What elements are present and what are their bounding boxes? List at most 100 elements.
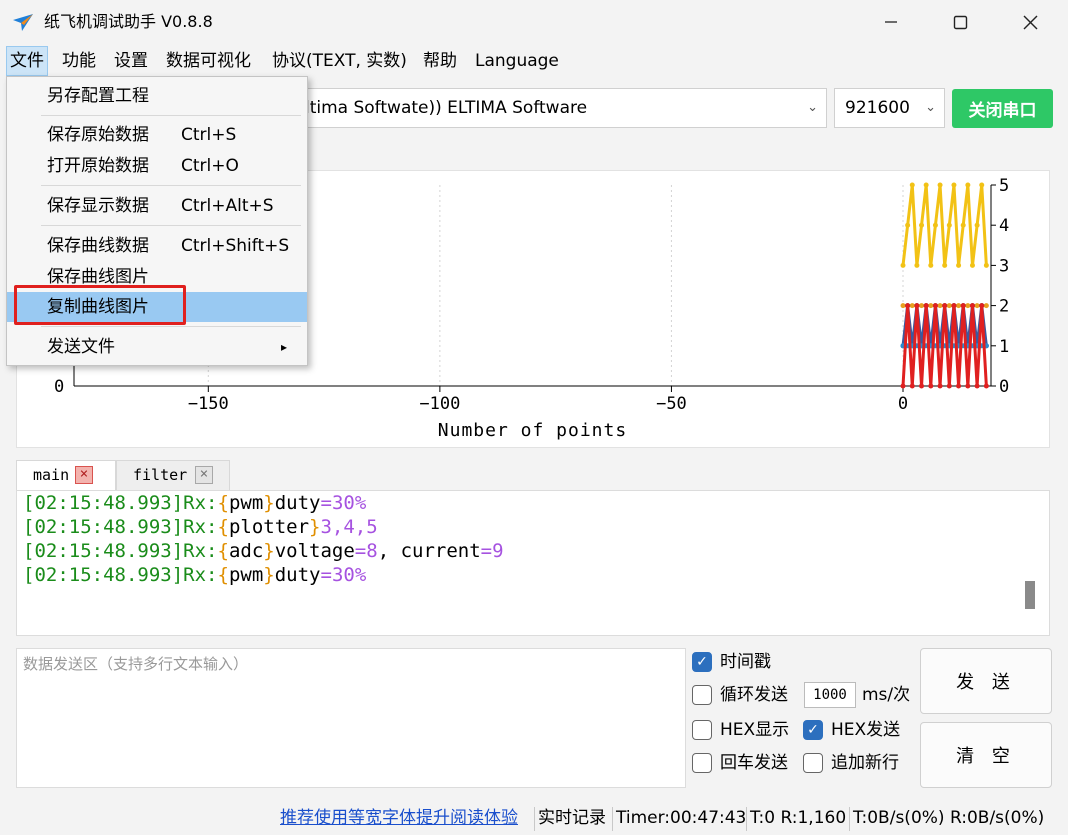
menu-help[interactable]: 帮助 — [419, 50, 461, 72]
timer-readout: Timer:00:47:43 — [616, 808, 747, 828]
close-window-button[interactable] — [996, 0, 1064, 44]
checkbox-box — [692, 685, 712, 705]
menu-item-label: 发送文件 — [47, 337, 115, 357]
y-tick-label: 0 — [999, 377, 1009, 397]
series-line — [901, 184, 988, 266]
send-input[interactable]: 数据发送区（支持多行文本输入） — [16, 648, 686, 788]
baud-select[interactable]: 921600 ⌄ — [834, 88, 945, 128]
menu-protocol[interactable]: 协议(TEXT, 实数) — [268, 50, 411, 72]
equals-sign: = — [320, 492, 332, 514]
menu-save-config-project[interactable]: 另存配置工程 — [7, 81, 307, 111]
rx-label: Rx: — [183, 516, 218, 538]
frame-key: pwm — [228, 492, 264, 514]
byte-counts: T:0 R:1,160 — [750, 808, 847, 828]
menu-save-raw-data[interactable]: 保存原始数据 Ctrl+S — [7, 120, 307, 150]
menu-function[interactable]: 功能 — [58, 50, 100, 72]
data-point — [951, 182, 957, 188]
timestamp: [02:15:48.993] — [23, 516, 184, 538]
frame-value: 8 — [366, 540, 378, 562]
transfer-rates: T:0B/s(0%) R:0B/s(0%) — [853, 808, 1045, 828]
menu-save-display-data[interactable]: 保存显示数据 Ctrl+Alt+S — [7, 191, 307, 221]
send-button[interactable]: 发 送 — [920, 648, 1052, 714]
data-point — [900, 303, 906, 309]
append-newline-checkbox[interactable]: 追加新行 — [803, 751, 899, 775]
timestamp: [02:15:48.993] — [23, 492, 184, 514]
rx-label: Rx: — [183, 564, 218, 586]
frame-value: 3,4,5 — [320, 516, 378, 538]
tab-filter[interactable]: filter × — [116, 460, 230, 490]
timestamp-label: 时间戳 — [720, 652, 771, 672]
app-window: 纸飞机调试助手 V0.8.8 文件 功能 设置 数据可视化 协议(TEXT, 实… — [0, 0, 1068, 835]
brace: } — [263, 492, 275, 514]
y-tick-label: 0 — [54, 377, 64, 397]
x-tick-label: −50 — [656, 394, 687, 414]
font-tip-link[interactable]: 推荐使用等宽字体提升阅读体验 — [280, 802, 518, 835]
y-tick-label: 5 — [999, 176, 1009, 196]
close-icon[interactable]: × — [75, 466, 93, 484]
data-point — [969, 303, 975, 309]
menu-open-raw-data[interactable]: 打开原始数据 Ctrl+O — [7, 151, 307, 181]
divider — [41, 185, 301, 186]
maximize-button[interactable] — [926, 0, 994, 44]
data-point — [983, 303, 989, 309]
data-point — [983, 262, 989, 268]
brace: { — [217, 540, 229, 562]
receive-console[interactable]: [02:15:48.993]Rx:{pwm}duty=30% [02:15:48… — [16, 490, 1050, 636]
annotation-highlight-box — [14, 285, 186, 325]
check-icon: ✓ — [803, 720, 823, 740]
data-point — [914, 262, 920, 268]
timestamp-checkbox[interactable]: ✓ 时间戳 — [692, 650, 771, 674]
data-point — [919, 222, 925, 228]
hex-send-checkbox[interactable]: ✓ HEX发送 — [803, 718, 900, 742]
data-point — [900, 262, 906, 268]
timestamp: [02:15:48.993] — [23, 540, 184, 562]
baud-select-value: 921600 — [845, 98, 910, 118]
equals-sign: = — [354, 540, 367, 562]
data-point — [923, 182, 929, 188]
realtime-record[interactable]: 实时记录 — [538, 802, 606, 835]
hex-display-label: HEX显示 — [720, 720, 790, 740]
frame-key: plotter — [228, 516, 310, 538]
rx-label: Rx: — [183, 540, 218, 562]
send-input-placeholder: 数据发送区（支持多行文本输入） — [23, 655, 249, 673]
data-point — [909, 182, 915, 188]
divider — [849, 807, 850, 831]
close-port-button[interactable]: 关闭串口 — [952, 89, 1053, 128]
data-point — [937, 383, 943, 389]
console-scrollbar-thumb[interactable] — [1025, 581, 1035, 609]
tab-bar: main × filter × — [16, 460, 1050, 491]
menu-bar: 文件 功能 设置 数据可视化 协议(TEXT, 实数) 帮助 Language — [0, 44, 1068, 78]
menu-save-curve-data[interactable]: 保存曲线数据 Ctrl+Shift+S — [7, 231, 307, 261]
close-icon — [1023, 15, 1037, 29]
chevron-down-icon: ⌄ — [925, 100, 936, 115]
data-point — [932, 303, 938, 309]
hex-display-checkbox[interactable]: HEX显示 — [692, 718, 789, 742]
data-point — [932, 222, 938, 228]
frame-text: , current — [377, 540, 481, 562]
data-point — [956, 303, 962, 309]
data-point — [937, 182, 943, 188]
brace: } — [263, 564, 275, 586]
menu-file[interactable]: 文件 — [6, 46, 48, 76]
menu-send-file[interactable]: 发送文件 ▸ — [7, 332, 307, 362]
checkbox-box — [692, 720, 712, 740]
loop-send-checkbox[interactable]: 循环发送 — [692, 683, 788, 707]
menu-visualization[interactable]: 数据可视化 — [162, 50, 255, 72]
clear-button[interactable]: 清 空 — [920, 722, 1052, 788]
menu-item-label: 打开原始数据 — [47, 156, 149, 176]
enter-send-label: 回车发送 — [720, 753, 788, 773]
menu-language[interactable]: Language — [471, 50, 563, 72]
close-icon[interactable]: × — [195, 466, 213, 484]
interval-input[interactable]: 1000 — [804, 682, 856, 708]
console-line: [02:15:48.993]Rx:{pwm}duty=30% — [23, 563, 1049, 587]
data-point — [956, 383, 962, 389]
minimize-button[interactable] — [857, 0, 925, 44]
menu-settings[interactable]: 设置 — [110, 50, 152, 72]
data-point — [919, 383, 925, 389]
title-bar: 纸飞机调试助手 V0.8.8 — [0, 0, 1068, 44]
data-point — [914, 303, 920, 309]
menu-shortcut: Ctrl+S — [181, 125, 237, 145]
data-point — [956, 262, 962, 268]
tab-main[interactable]: main × — [16, 460, 116, 491]
enter-send-checkbox[interactable]: 回车发送 — [692, 751, 788, 775]
